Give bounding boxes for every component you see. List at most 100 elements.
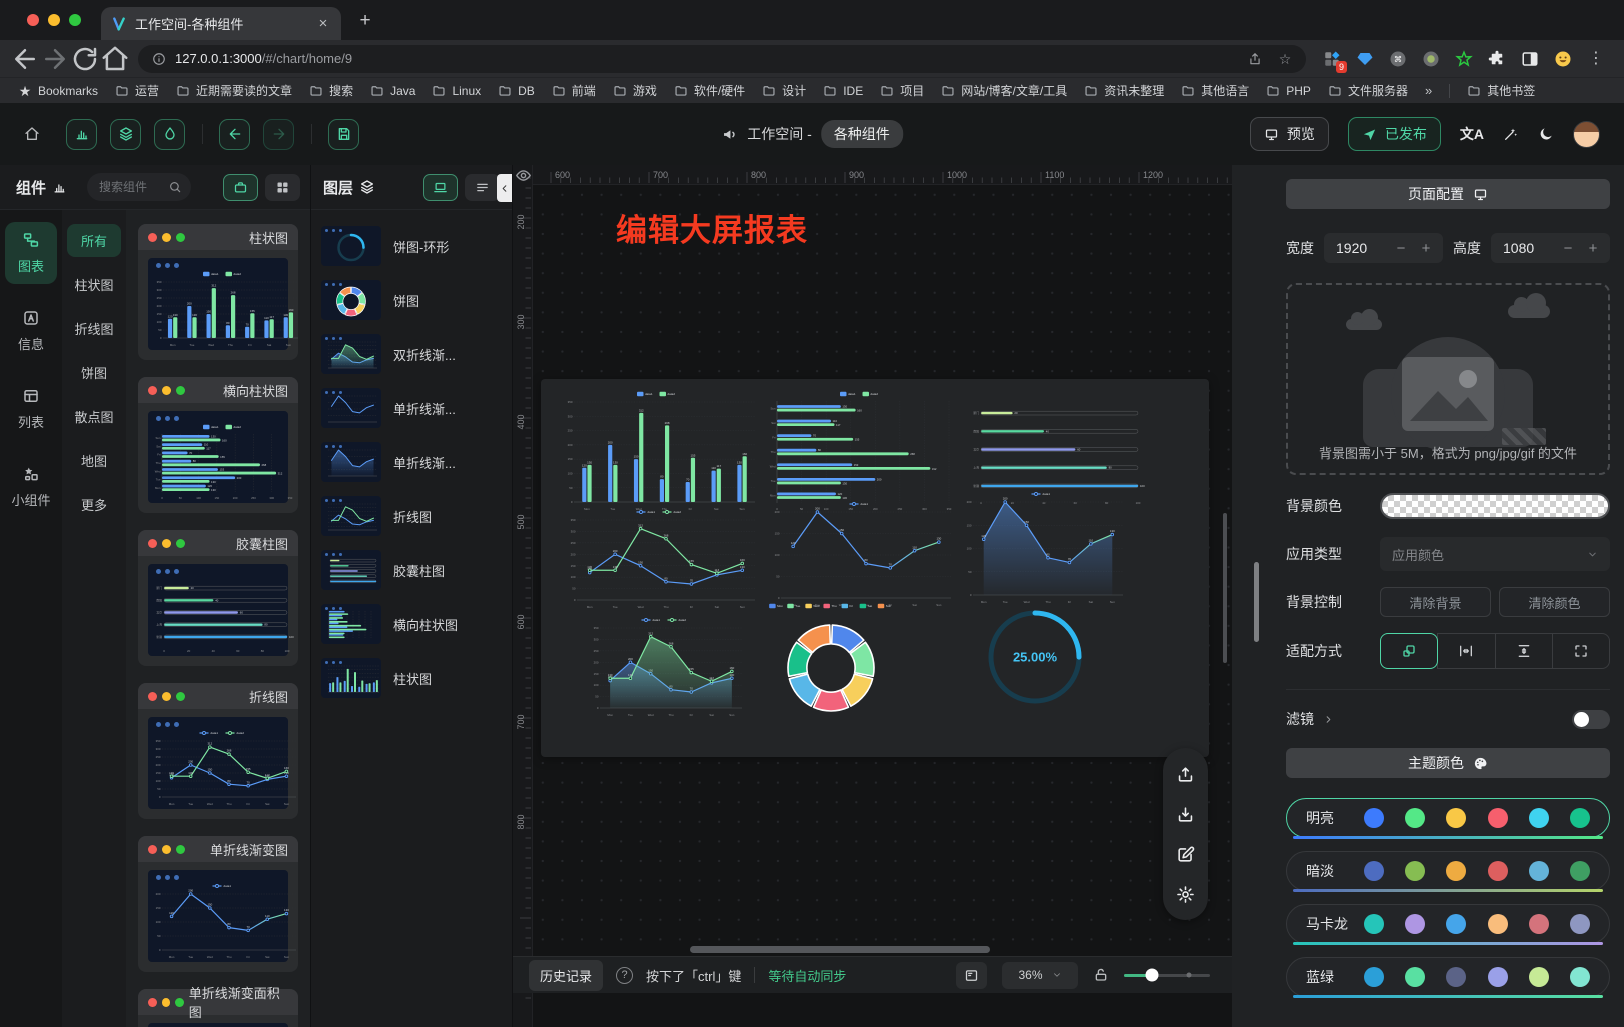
- bookmark-item[interactable]: 网站/博客/文章/工具: [941, 82, 1067, 99]
- reload-icon[interactable]: [70, 45, 100, 73]
- bookmark-item[interactable]: 其他语言: [1181, 82, 1249, 99]
- clear-color-button[interactable]: 清除颜色: [1499, 587, 1610, 617]
- layer-item[interactable]: 横向柱状图: [321, 604, 502, 644]
- import-button[interactable]: [1172, 800, 1200, 828]
- extension-dot-icon[interactable]: [1421, 49, 1441, 69]
- layer-item[interactable]: 折线图: [321, 496, 502, 536]
- browser-menu-icon[interactable]: ⋮: [1586, 49, 1606, 69]
- site-info-icon[interactable]: [152, 52, 166, 66]
- canvas-vertical-scrollbar[interactable]: [1223, 513, 1227, 663]
- layer-item[interactable]: 饼图: [321, 280, 502, 320]
- canvas-chart-hbar-grouped[interactable]: data1data2050100150200250300350Mon120130…: [763, 389, 959, 511]
- component-card[interactable]: 横向柱状图data1data2050100150200250300350Mon1…: [138, 377, 298, 513]
- bookmarks-root[interactable]: ★Bookmarks: [18, 84, 98, 98]
- theme-row-蓝绿[interactable]: 蓝绿: [1286, 957, 1610, 997]
- theme-row-暗淡[interactable]: 暗淡: [1286, 851, 1610, 891]
- export-button[interactable]: [1172, 760, 1200, 788]
- plus-icon[interactable]: +: [1418, 240, 1434, 256]
- canvas-chart-area-dual[interactable]: data1data2050100150200250300350120200150…: [586, 615, 746, 717]
- theme-row-明亮[interactable]: 明亮: [1286, 798, 1610, 838]
- sidebar-toggle-icon[interactable]: [1520, 49, 1540, 69]
- component-card[interactable]: 柱状图data1data2050100150200250300350120130…: [138, 224, 298, 360]
- filter-toggle[interactable]: [1572, 710, 1610, 729]
- sidebar-nav-列表[interactable]: 列表: [5, 378, 57, 440]
- back-icon[interactable]: [10, 45, 40, 73]
- category-更多[interactable]: 更多: [67, 488, 121, 521]
- category-散点图[interactable]: 散点图: [67, 400, 121, 433]
- new-tab-button[interactable]: +: [357, 12, 373, 28]
- view-toggle-grid[interactable]: [265, 174, 300, 201]
- preview-button[interactable]: 预览: [1250, 117, 1329, 151]
- bookmark-item[interactable]: 文件服务器: [1328, 82, 1408, 99]
- bg-color-swatch[interactable]: [1380, 493, 1610, 519]
- magic-wand-icon[interactable]: [1503, 126, 1519, 142]
- tab-close-icon[interactable]: ×: [315, 16, 331, 32]
- sidebar-nav-小组件[interactable]: 小组件: [5, 456, 57, 518]
- publish-button[interactable]: 已发布: [1348, 117, 1441, 151]
- zoom-slider-knob[interactable]: [1145, 969, 1158, 982]
- bookmark-item[interactable]: PHP: [1266, 82, 1311, 99]
- width-stepper[interactable]: 1920−+: [1324, 233, 1443, 263]
- extension-gem-icon[interactable]: [1355, 49, 1375, 69]
- close-window-button[interactable]: [27, 14, 39, 26]
- bookmark-item[interactable]: Java: [370, 82, 415, 99]
- zoom-slider[interactable]: [1124, 974, 1210, 977]
- background-upload-dropzone[interactable]: 背景图需小于 5M，格式为 png/jpg/gif 的文件: [1286, 283, 1610, 475]
- extensions-puzzle-icon[interactable]: [1487, 49, 1507, 69]
- canvas-chart-bar-grouped[interactable]: data1data2050100150200250300350120130Mon…: [559, 389, 757, 511]
- translate-icon[interactable]: 文A: [1460, 124, 1484, 144]
- component-card[interactable]: 单折线渐变图data105010015020012020015080701101…: [138, 836, 298, 972]
- component-card[interactable]: 胶囊柱图厦门20南阳40北京60上海80新疆100020406080100: [138, 530, 298, 666]
- charts-group[interactable]: data1data2050100150200250300350120130Mon…: [541, 379, 1209, 757]
- canvas-chart-area-single[interactable]: data10501001502001202001508070110130MonT…: [959, 489, 1127, 604]
- save-button[interactable]: [328, 119, 359, 150]
- dark-mode-moon-icon[interactable]: [1538, 126, 1554, 142]
- bookmark-item[interactable]: 游戏: [613, 82, 657, 99]
- redo-button[interactable]: [263, 119, 294, 150]
- bookmark-item[interactable]: 搜索: [309, 82, 353, 99]
- component-card[interactable]: 折线图data1data2050100150200250300350120200…: [138, 683, 298, 819]
- chart-tool-button[interactable]: [66, 119, 97, 150]
- bookmark-item[interactable]: Linux: [432, 82, 481, 99]
- canvas[interactable]: 6007008009001000110012001300 20030040050…: [513, 165, 1232, 1027]
- bookmark-item[interactable]: 软件/硬件: [674, 82, 745, 99]
- clear-background-button[interactable]: 清除背景: [1380, 587, 1491, 617]
- help-icon[interactable]: ?: [616, 967, 633, 984]
- lock-icon[interactable]: [1093, 967, 1109, 983]
- canvas-chart-line-single[interactable]: data10501001502001202001508070110130MonT…: [767, 499, 955, 607]
- minimap-button[interactable]: [956, 962, 987, 989]
- layer-item[interactable]: 单折线渐...: [321, 442, 502, 482]
- canvas-chart-progress-ring[interactable]: 25.00%: [983, 605, 1087, 709]
- fit-scale-button[interactable]: [1380, 633, 1438, 669]
- bookmark-item[interactable]: 前端: [552, 82, 596, 99]
- layer-item[interactable]: 双折线渐...: [321, 334, 502, 374]
- category-柱状图[interactable]: 柱状图: [67, 268, 121, 301]
- share-icon[interactable]: [1248, 52, 1262, 66]
- minus-icon[interactable]: −: [1560, 240, 1576, 256]
- app-type-select[interactable]: 应用颜色: [1380, 537, 1610, 571]
- browser-home-icon[interactable]: [100, 45, 130, 73]
- bookmark-item[interactable]: 项目: [880, 82, 924, 99]
- theme-row-马卡龙[interactable]: 马卡龙: [1286, 904, 1610, 944]
- fit-height-button[interactable]: [1495, 633, 1553, 669]
- bookmarks-overflow[interactable]: »: [1425, 83, 1432, 98]
- extension-grid-icon[interactable]: 9: [1322, 49, 1342, 69]
- forward-icon[interactable]: [40, 45, 70, 73]
- category-折线图[interactable]: 折线图: [67, 312, 121, 345]
- bookmark-item[interactable]: 运营: [115, 82, 159, 99]
- category-地图[interactable]: 地图: [67, 444, 121, 477]
- history-button[interactable]: 历史记录: [529, 960, 603, 991]
- canvas-page-title[interactable]: 编辑大屏报表: [616, 205, 808, 250]
- url-bar[interactable]: 127.0.0.1:3000/#/chart/home/9 ☆: [138, 45, 1306, 73]
- settings-gear-button[interactable]: [1172, 880, 1200, 908]
- layers-view-thumbnail[interactable]: [423, 174, 458, 201]
- plus-icon[interactable]: +: [1585, 240, 1601, 256]
- layers-view-list[interactable]: [465, 174, 500, 201]
- app-home-icon[interactable]: [24, 126, 40, 142]
- bookmark-item[interactable]: 设计: [762, 82, 806, 99]
- extension-star-icon[interactable]: [1454, 49, 1474, 69]
- ruler-eye-icon[interactable]: [515, 167, 532, 184]
- workspace-name-badge[interactable]: 各种组件: [821, 120, 903, 148]
- bookmark-item[interactable]: 近期需要读的文章: [176, 82, 292, 99]
- profile-avatar-icon[interactable]: [1553, 49, 1573, 69]
